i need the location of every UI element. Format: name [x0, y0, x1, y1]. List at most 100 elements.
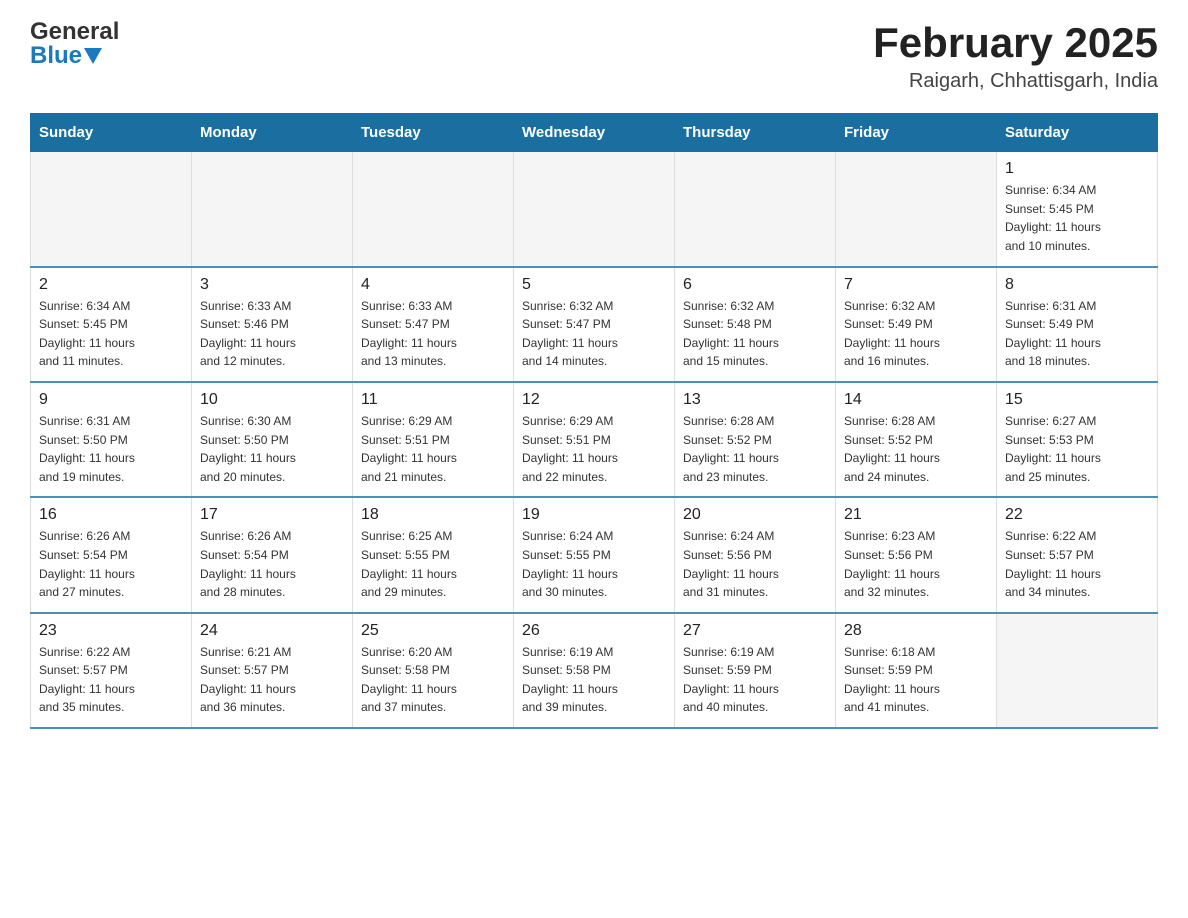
- day-info: Sunrise: 6:33 AM Sunset: 5:47 PM Dayligh…: [361, 297, 505, 371]
- month-title: February 2025: [873, 20, 1158, 66]
- calendar-day: 11 Sunrise: 6:29 AM Sunset: 5:51 PM Dayli…: [353, 382, 514, 497]
- day-number: 23: [39, 622, 183, 640]
- calendar-day: 6 Sunrise: 6:32 AM Sunset: 5:48 PM Daylig…: [675, 267, 836, 382]
- page-header: General Blue February 2025 Raigarh, Chha…: [30, 20, 1158, 93]
- day-number: 11: [361, 391, 505, 409]
- location-title: Raigarh, Chhattisgarh, India: [873, 70, 1158, 93]
- calendar-body: 1 Sunrise: 6:34 AM Sunset: 5:45 PM Daylig…: [31, 152, 1158, 728]
- day-number: 14: [844, 391, 988, 409]
- day-number: 4: [361, 276, 505, 294]
- day-info: Sunrise: 6:31 AM Sunset: 5:50 PM Dayligh…: [39, 412, 183, 486]
- day-info: Sunrise: 6:32 AM Sunset: 5:49 PM Dayligh…: [844, 297, 988, 371]
- day-info: Sunrise: 6:32 AM Sunset: 5:48 PM Dayligh…: [683, 297, 827, 371]
- title-block: February 2025 Raigarh, Chhattisgarh, Ind…: [873, 20, 1158, 93]
- day-info: Sunrise: 6:23 AM Sunset: 5:56 PM Dayligh…: [844, 527, 988, 601]
- calendar-day: 27 Sunrise: 6:19 AM Sunset: 5:59 PM Dayli…: [675, 613, 836, 728]
- day-info: Sunrise: 6:34 AM Sunset: 5:45 PM Dayligh…: [39, 297, 183, 371]
- day-number: 22: [1005, 506, 1149, 524]
- day-info: Sunrise: 6:22 AM Sunset: 5:57 PM Dayligh…: [1005, 527, 1149, 601]
- calendar-day: 26 Sunrise: 6:19 AM Sunset: 5:58 PM Dayli…: [514, 613, 675, 728]
- calendar-day: 22 Sunrise: 6:22 AM Sunset: 5:57 PM Dayli…: [997, 497, 1158, 612]
- calendar-week-2: 2 Sunrise: 6:34 AM Sunset: 5:45 PM Daylig…: [31, 267, 1158, 382]
- calendar-day: 5 Sunrise: 6:32 AM Sunset: 5:47 PM Daylig…: [514, 267, 675, 382]
- day-info: Sunrise: 6:29 AM Sunset: 5:51 PM Dayligh…: [361, 412, 505, 486]
- day-info: Sunrise: 6:19 AM Sunset: 5:58 PM Dayligh…: [522, 643, 666, 717]
- day-number: 28: [844, 622, 988, 640]
- day-number: 15: [1005, 391, 1149, 409]
- day-number: 6: [683, 276, 827, 294]
- day-number: 20: [683, 506, 827, 524]
- day-info: Sunrise: 6:31 AM Sunset: 5:49 PM Dayligh…: [1005, 297, 1149, 371]
- day-info: Sunrise: 6:28 AM Sunset: 5:52 PM Dayligh…: [683, 412, 827, 486]
- day-number: 2: [39, 276, 183, 294]
- weekday-header-friday: Friday: [836, 114, 997, 152]
- calendar-day: 25 Sunrise: 6:20 AM Sunset: 5:58 PM Dayli…: [353, 613, 514, 728]
- day-number: 26: [522, 622, 666, 640]
- day-info: Sunrise: 6:24 AM Sunset: 5:55 PM Dayligh…: [522, 527, 666, 601]
- day-number: 16: [39, 506, 183, 524]
- day-number: 21: [844, 506, 988, 524]
- calendar-day: 24 Sunrise: 6:21 AM Sunset: 5:57 PM Dayli…: [192, 613, 353, 728]
- calendar-week-4: 16 Sunrise: 6:26 AM Sunset: 5:54 PM Dayli…: [31, 497, 1158, 612]
- day-info: Sunrise: 6:18 AM Sunset: 5:59 PM Dayligh…: [844, 643, 988, 717]
- day-info: Sunrise: 6:27 AM Sunset: 5:53 PM Dayligh…: [1005, 412, 1149, 486]
- weekday-header-saturday: Saturday: [997, 114, 1158, 152]
- day-number: 8: [1005, 276, 1149, 294]
- day-info: Sunrise: 6:30 AM Sunset: 5:50 PM Dayligh…: [200, 412, 344, 486]
- day-number: 27: [683, 622, 827, 640]
- day-info: Sunrise: 6:26 AM Sunset: 5:54 PM Dayligh…: [200, 527, 344, 601]
- day-number: 24: [200, 622, 344, 640]
- day-info: Sunrise: 6:33 AM Sunset: 5:46 PM Dayligh…: [200, 297, 344, 371]
- day-info: Sunrise: 6:25 AM Sunset: 5:55 PM Dayligh…: [361, 527, 505, 601]
- calendar-day: 18 Sunrise: 6:25 AM Sunset: 5:55 PM Dayli…: [353, 497, 514, 612]
- calendar-day: [353, 152, 514, 267]
- calendar-day: 2 Sunrise: 6:34 AM Sunset: 5:45 PM Daylig…: [31, 267, 192, 382]
- calendar-day: [514, 152, 675, 267]
- calendar-day: 15 Sunrise: 6:27 AM Sunset: 5:53 PM Dayli…: [997, 382, 1158, 497]
- calendar-day: 12 Sunrise: 6:29 AM Sunset: 5:51 PM Dayli…: [514, 382, 675, 497]
- calendar-day: 4 Sunrise: 6:33 AM Sunset: 5:47 PM Daylig…: [353, 267, 514, 382]
- calendar-day: [675, 152, 836, 267]
- day-info: Sunrise: 6:22 AM Sunset: 5:57 PM Dayligh…: [39, 643, 183, 717]
- day-number: 13: [683, 391, 827, 409]
- day-number: 25: [361, 622, 505, 640]
- calendar-week-3: 9 Sunrise: 6:31 AM Sunset: 5:50 PM Daylig…: [31, 382, 1158, 497]
- calendar-week-5: 23 Sunrise: 6:22 AM Sunset: 5:57 PM Dayli…: [31, 613, 1158, 728]
- calendar-day: 8 Sunrise: 6:31 AM Sunset: 5:49 PM Daylig…: [997, 267, 1158, 382]
- calendar-day: 3Sunrise: 6:33 AM Sunset: 5:46 PM Daylig…: [192, 267, 353, 382]
- weekday-header-sunday: Sunday: [31, 114, 192, 152]
- calendar-day: 13 Sunrise: 6:28 AM Sunset: 5:52 PM Dayli…: [675, 382, 836, 497]
- calendar-day: 20 Sunrise: 6:24 AM Sunset: 5:56 PM Dayli…: [675, 497, 836, 612]
- day-number: 17: [200, 506, 344, 524]
- calendar-week-1: 1Sunrise: 6:34 AM Sunset: 5:45 PM Daylig…: [31, 152, 1158, 267]
- calendar-day: 28 Sunrise: 6:18 AM Sunset: 5:59 PM Dayli…: [836, 613, 997, 728]
- day-number: 5: [522, 276, 666, 294]
- calendar-header: SundayMondayTuesdayWednesdayThursdayFrid…: [31, 114, 1158, 152]
- day-info: Sunrise: 6:20 AM Sunset: 5:58 PM Dayligh…: [361, 643, 505, 717]
- calendar-table: SundayMondayTuesdayWednesdayThursdayFrid…: [30, 113, 1158, 729]
- weekday-header-wednesday: Wednesday: [514, 114, 675, 152]
- calendar-day: 14 Sunrise: 6:28 AM Sunset: 5:52 PM Dayli…: [836, 382, 997, 497]
- day-info: Sunrise: 6:26 AM Sunset: 5:54 PM Dayligh…: [39, 527, 183, 601]
- calendar-day: 7 Sunrise: 6:32 AM Sunset: 5:49 PM Daylig…: [836, 267, 997, 382]
- day-info: Sunrise: 6:24 AM Sunset: 5:56 PM Dayligh…: [683, 527, 827, 601]
- day-number: 7: [844, 276, 988, 294]
- day-info: Sunrise: 6:29 AM Sunset: 5:51 PM Dayligh…: [522, 412, 666, 486]
- day-number: 1: [1005, 160, 1149, 178]
- day-info: Sunrise: 6:28 AM Sunset: 5:52 PM Dayligh…: [844, 412, 988, 486]
- day-number: 18: [361, 506, 505, 524]
- day-number: 9: [39, 391, 183, 409]
- day-info: Sunrise: 6:19 AM Sunset: 5:59 PM Dayligh…: [683, 643, 827, 717]
- calendar-day: [836, 152, 997, 267]
- day-number: 19: [522, 506, 666, 524]
- weekday-header-thursday: Thursday: [675, 114, 836, 152]
- day-info: Sunrise: 6:32 AM Sunset: 5:47 PM Dayligh…: [522, 297, 666, 371]
- logo-general-text: General: [30, 20, 119, 44]
- calendar-day: 23 Sunrise: 6:22 AM Sunset: 5:57 PM Dayli…: [31, 613, 192, 728]
- logo: General Blue: [30, 20, 119, 68]
- logo-triangle-icon: [84, 48, 102, 64]
- day-number: 12: [522, 391, 666, 409]
- day-info: Sunrise: 6:21 AM Sunset: 5:57 PM Dayligh…: [200, 643, 344, 717]
- calendar-day: 10Sunrise: 6:30 AM Sunset: 5:50 PM Dayli…: [192, 382, 353, 497]
- calendar-day: 9 Sunrise: 6:31 AM Sunset: 5:50 PM Daylig…: [31, 382, 192, 497]
